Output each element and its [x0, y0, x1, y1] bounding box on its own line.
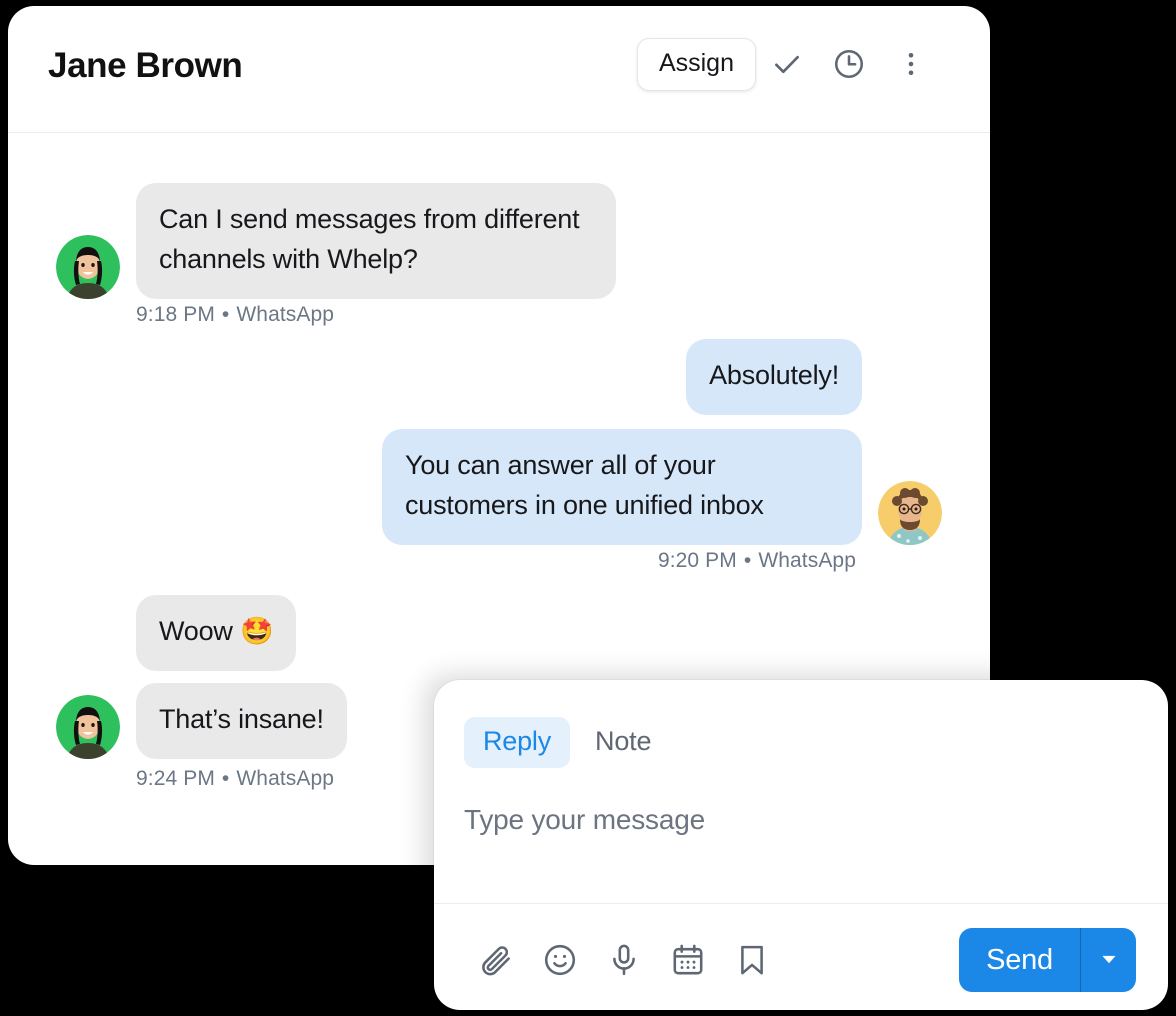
clock-icon	[832, 47, 866, 81]
composer-toolbar	[464, 928, 784, 992]
message-channel: WhatsApp	[758, 549, 856, 572]
composer-panel: Reply Note Type your message Send	[434, 680, 1168, 1010]
snooze-button[interactable]	[818, 33, 880, 95]
message-bubble: Can I send messages from different chann…	[136, 183, 616, 299]
message-bubble: Absolutely!	[686, 339, 862, 415]
bookmark-icon	[734, 942, 770, 978]
customer-avatar	[56, 694, 120, 759]
more-vertical-icon	[896, 49, 926, 79]
meta-separator: •	[221, 303, 230, 326]
message-meta: 9:20 PM • WhatsApp	[658, 549, 856, 573]
message-time: 9:20 PM	[657, 549, 737, 572]
meta-separator: •	[743, 549, 752, 572]
assign-button[interactable]: Assign	[636, 37, 756, 91]
saved-replies-button[interactable]	[720, 928, 784, 992]
meta-separator: •	[221, 767, 230, 790]
chevron-down-icon	[1098, 948, 1120, 973]
more-options-button[interactable]	[880, 33, 942, 95]
message-channel: WhatsApp	[236, 767, 335, 790]
schedule-button[interactable]	[656, 928, 720, 992]
tab-reply[interactable]: Reply	[464, 717, 571, 768]
message-group-incoming-2: Woow 🤩 That’s insane!	[56, 595, 347, 759]
attachment-button[interactable]	[464, 928, 528, 992]
send-options-button[interactable]	[1080, 928, 1136, 992]
message-channel: WhatsApp	[236, 303, 335, 326]
composer-tabs: Reply Note	[464, 717, 670, 768]
send-button-group: Send	[959, 928, 1136, 992]
send-button[interactable]: Send	[959, 928, 1080, 992]
message-bubble: That’s insane!	[136, 682, 347, 759]
customer-avatar	[56, 234, 120, 299]
message-group-outgoing-1: Absolutely! You can answer all of your c…	[382, 339, 942, 545]
conversation-header: Jane Brown Assign	[8, 6, 990, 133]
message-bubble: You can answer all of your customers in …	[382, 428, 862, 545]
tab-note[interactable]: Note	[576, 717, 670, 768]
composer-divider	[434, 903, 1168, 904]
message-group-incoming-1: Can I send messages from different chann…	[56, 183, 616, 299]
message-bubble: Woow 🤩	[136, 595, 297, 671]
emoji-button[interactable]	[528, 928, 592, 992]
attachment-icon	[478, 942, 514, 978]
message-meta: 9:18 PM • WhatsApp	[136, 303, 334, 327]
emoji-icon	[542, 942, 578, 978]
page-title: Jane Brown	[48, 46, 243, 85]
message-time: 9:18 PM	[136, 303, 215, 326]
header-actions: Assign	[636, 33, 942, 95]
microphone-icon	[606, 942, 642, 978]
message-input[interactable]	[464, 804, 1104, 836]
calendar-icon	[670, 942, 706, 978]
resolve-button[interactable]	[756, 33, 818, 95]
agent-avatar	[878, 480, 942, 545]
message-time: 9:24 PM	[136, 767, 215, 790]
message-meta: 9:24 PM • WhatsApp	[136, 767, 334, 791]
voice-record-button[interactable]	[592, 928, 656, 992]
check-icon	[770, 47, 804, 81]
